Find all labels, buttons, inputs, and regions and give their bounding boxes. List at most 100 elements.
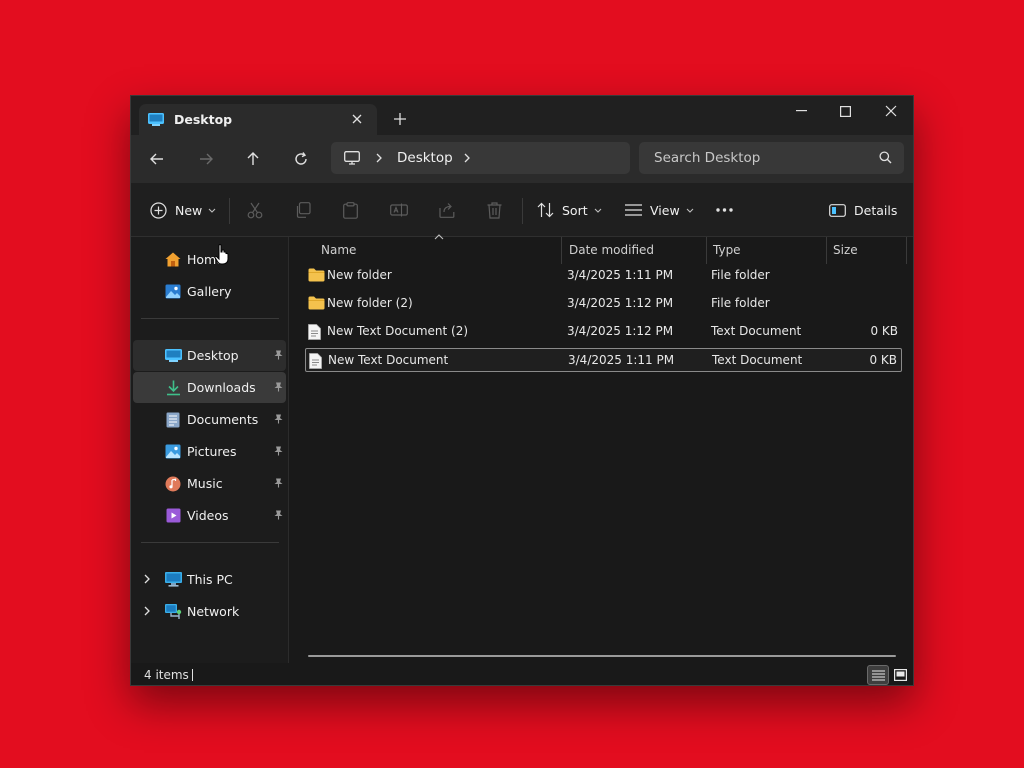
folder-icon [308, 296, 325, 310]
column-header-size[interactable]: Size [833, 243, 858, 257]
horizontal-scrollbar[interactable] [308, 655, 896, 657]
folder-icon [308, 268, 325, 282]
file-date: 3/4/2025 1:12 PM [567, 296, 674, 310]
chevron-right-icon[interactable] [144, 606, 150, 616]
column-resizer[interactable] [826, 237, 827, 264]
sidebar-item-label: Gallery [187, 284, 232, 299]
pictures-icon [164, 443, 182, 461]
new-tab-icon[interactable] [392, 111, 408, 127]
column-resizer[interactable] [906, 237, 907, 264]
address-row: Desktop Search Desktop [131, 135, 913, 183]
column-header-row: Name Date modified Type Size [289, 234, 913, 264]
column-resizer[interactable] [561, 237, 562, 264]
search-icon[interactable] [879, 151, 892, 164]
chevron-right-icon[interactable] [376, 153, 382, 163]
this-pc-icon [164, 571, 182, 589]
more-options-icon[interactable] [716, 200, 733, 220]
chevron-down-icon [594, 208, 602, 213]
column-header-type[interactable]: Type [713, 243, 741, 257]
pin-icon[interactable] [274, 414, 283, 424]
back-arrow-icon[interactable] [146, 148, 168, 170]
share-icon[interactable] [439, 200, 455, 220]
rename-icon[interactable] [390, 200, 408, 220]
sidebar-item-gallery[interactable]: Gallery [133, 276, 286, 307]
sidebar-item-network[interactable]: Network [133, 596, 286, 627]
maximize-icon[interactable] [834, 102, 856, 120]
column-header-name[interactable]: Name [321, 243, 356, 257]
file-type: Text Document [711, 324, 802, 338]
up-arrow-icon[interactable] [242, 148, 264, 170]
sidebar-item-home[interactable]: Home [133, 244, 286, 275]
sidebar-item-music[interactable]: Music [133, 468, 286, 499]
hand-cursor-icon [214, 244, 230, 265]
close-window-icon[interactable] [880, 102, 902, 120]
close-tab-icon[interactable] [349, 111, 365, 127]
delete-icon[interactable] [487, 200, 502, 220]
gallery-icon [164, 283, 182, 301]
refresh-icon[interactable] [290, 148, 312, 170]
table-row[interactable]: New Text Document (2) 3/4/2025 1:12 PM T… [305, 320, 902, 344]
search-input[interactable]: Search Desktop [639, 142, 904, 174]
table-row[interactable]: New folder (2) 3/4/2025 1:12 PM File fol… [305, 292, 902, 316]
view-lines-icon [625, 204, 642, 216]
plus-circle-icon [150, 201, 167, 219]
sort-button[interactable]: Sort [537, 200, 602, 220]
tiles-view-icon[interactable] [889, 665, 911, 685]
tab-desktop[interactable]: Desktop [139, 104, 377, 135]
sidebar-item-desktop[interactable]: Desktop [133, 340, 286, 371]
status-divider [192, 669, 193, 681]
column-resizer[interactable] [706, 237, 707, 264]
sort-arrows-icon [537, 202, 554, 218]
sidebar-item-label: This PC [187, 572, 233, 587]
sidebar-item-label: Desktop [187, 348, 239, 363]
file-size: 0 KB [869, 353, 897, 367]
forward-arrow-icon[interactable] [195, 148, 217, 170]
file-date: 3/4/2025 1:11 PM [567, 268, 674, 282]
sidebar-divider [141, 542, 279, 543]
chevron-right-icon[interactable] [144, 574, 150, 584]
view-label: View [650, 202, 680, 218]
command-bar: New Sort View Details [131, 183, 913, 237]
downloads-icon [164, 379, 182, 397]
sidebar-item-this-pc[interactable]: This PC [133, 564, 286, 595]
sidebar-item-documents[interactable]: Documents [133, 404, 286, 435]
file-date: 3/4/2025 1:12 PM [567, 324, 674, 338]
documents-icon [164, 411, 182, 429]
sidebar-item-videos[interactable]: Videos [133, 500, 286, 531]
minimize-icon[interactable] [790, 102, 812, 120]
view-button[interactable]: View [625, 200, 694, 220]
chevron-down-icon [208, 208, 216, 213]
sidebar-item-label: Pictures [187, 444, 237, 459]
pin-icon[interactable] [274, 478, 283, 488]
desktop-folder-icon [164, 347, 182, 365]
sidebar-item-downloads[interactable]: Downloads [133, 372, 286, 403]
pin-icon[interactable] [274, 446, 283, 456]
details-pane-button[interactable]: Details [829, 200, 897, 220]
table-row[interactable]: New Text Document 3/4/2025 1:11 PM Text … [305, 348, 902, 372]
file-size: 0 KB [870, 324, 898, 338]
details-view-icon[interactable] [867, 665, 889, 685]
breadcrumb-desktop[interactable]: Desktop [397, 150, 453, 166]
chevron-right-icon[interactable] [464, 153, 470, 163]
home-icon [164, 251, 182, 269]
status-bar: 4 items [131, 663, 913, 685]
new-button[interactable]: New [150, 200, 216, 220]
file-type: File folder [711, 268, 770, 282]
table-row[interactable]: New folder 3/4/2025 1:11 PM File folder [305, 264, 902, 288]
chevron-down-icon [686, 208, 694, 213]
sidebar-item-pictures[interactable]: Pictures [133, 436, 286, 467]
navigation-pane: Home Gallery Desktop Downloads Documents… [131, 237, 289, 663]
text-file-icon [308, 324, 321, 340]
cut-icon[interactable] [247, 200, 263, 220]
paste-icon[interactable] [343, 200, 358, 220]
column-header-date[interactable]: Date modified [569, 243, 654, 257]
music-icon [164, 475, 182, 493]
address-bar[interactable]: Desktop [331, 142, 630, 174]
pin-icon[interactable] [274, 382, 283, 392]
sort-ascending-caret-icon [434, 234, 444, 240]
pin-icon[interactable] [274, 510, 283, 520]
text-file-icon [309, 353, 322, 369]
copy-icon[interactable] [295, 200, 311, 220]
pin-icon[interactable] [274, 350, 283, 360]
tab-title: Desktop [174, 112, 233, 127]
